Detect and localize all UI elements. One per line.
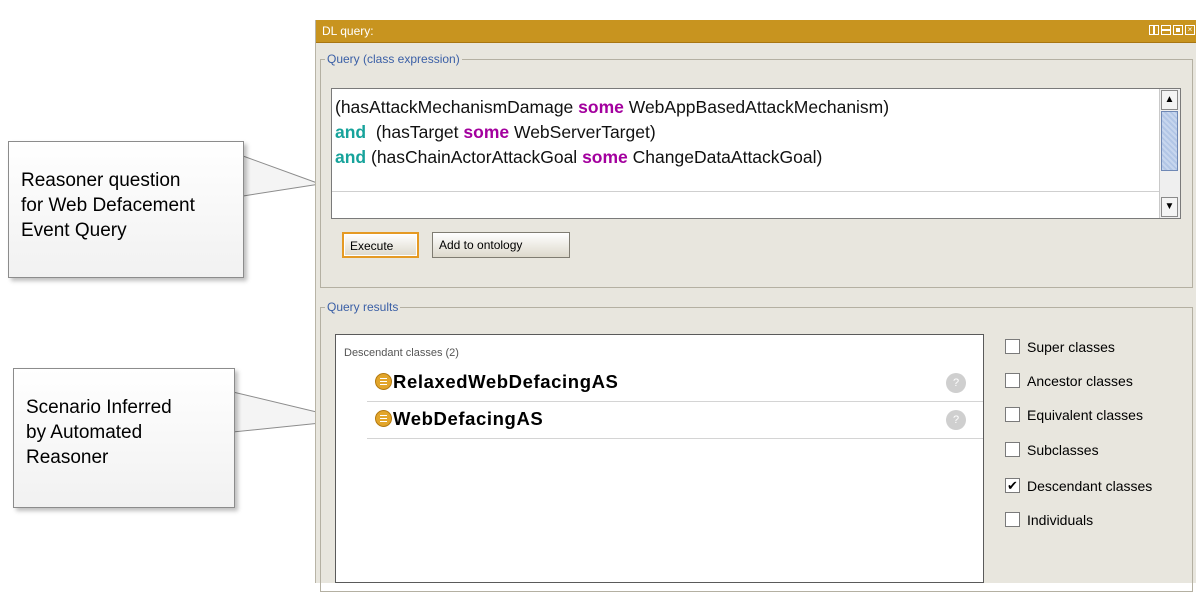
- keyword-some: some: [578, 97, 624, 117]
- query-line: and (hasTarget some WebServerTarget): [335, 120, 889, 145]
- scroll-thumb[interactable]: [1161, 111, 1178, 171]
- query-callout-line: Reasoner question: [21, 170, 181, 191]
- results-group-legend: Query results: [327, 300, 399, 314]
- window-controls: ×: [1149, 25, 1195, 35]
- scroll-down-icon[interactable]: ▼: [1161, 197, 1178, 217]
- close-icon[interactable]: ×: [1185, 25, 1195, 35]
- query-line: and (hasChainActorAttackGoal some Change…: [335, 145, 889, 170]
- query-editor[interactable]: (hasAttackMechanismDamage some WebAppBas…: [331, 88, 1181, 219]
- editor-scrollbar[interactable]: ▲ ▼: [1159, 89, 1180, 218]
- panel-titlebar: DL query: ×: [316, 20, 1196, 43]
- query-callout-pointer: [242, 155, 321, 197]
- panel-title: DL query:: [322, 24, 374, 38]
- list-item[interactable]: RelaxedWebDefacingAS ?: [367, 365, 983, 402]
- option-label: Equivalent classes: [1027, 407, 1143, 423]
- option-label: Subclasses: [1027, 442, 1099, 458]
- query-callout-line: for Web Defacement: [21, 195, 195, 216]
- results-list: Descendant classes (2) RelaxedWebDefacin…: [335, 334, 984, 583]
- result-callout-line: by Automated: [26, 422, 143, 443]
- checkbox-checked[interactable]: ✔: [1005, 478, 1020, 493]
- keyword-some: some: [582, 147, 628, 167]
- option-label: Descendant classes: [1027, 478, 1153, 494]
- restore-icon[interactable]: [1149, 25, 1159, 35]
- scroll-up-icon[interactable]: ▲: [1161, 90, 1178, 110]
- minimize-icon[interactable]: [1161, 25, 1171, 35]
- help-icon[interactable]: ?: [946, 373, 966, 393]
- expression-text: (hasAttackMechanismDamage: [335, 97, 579, 117]
- query-callout: Reasoner question for Web Defacement Eve…: [8, 141, 244, 278]
- expression-text: WebAppBasedAttackMechanism): [623, 97, 890, 117]
- checkbox[interactable]: [1005, 407, 1020, 422]
- checkbox[interactable]: [1005, 339, 1020, 354]
- class-icon: [375, 410, 392, 427]
- query-group-legend: Query (class expression): [327, 52, 460, 66]
- list-item[interactable]: WebDefacingAS ?: [367, 402, 983, 439]
- checkbox[interactable]: [1005, 512, 1020, 527]
- result-callout-line: Reasoner: [26, 447, 109, 468]
- class-name: WebDefacingAS: [393, 408, 544, 429]
- expression-text: WebServerTarget): [509, 122, 656, 142]
- maximize-icon[interactable]: [1173, 25, 1183, 35]
- class-icon: [375, 373, 392, 390]
- query-line: (hasAttackMechanismDamage some WebAppBas…: [335, 95, 889, 120]
- class-name: RelaxedWebDefacingAS: [393, 371, 619, 392]
- keyword-and: and: [335, 122, 367, 142]
- query-text: (hasAttackMechanismDamage some WebAppBas…: [335, 95, 889, 170]
- option-label: Super classes: [1027, 339, 1115, 355]
- option-label: Ancestor classes: [1027, 373, 1133, 389]
- expression-text: ChangeDataAttackGoal): [627, 147, 823, 167]
- expression-text: (hasChainActorAttackGoal: [366, 147, 583, 167]
- keyword-some: some: [463, 122, 510, 142]
- current-line-marker: [332, 191, 1161, 192]
- help-icon[interactable]: ?: [946, 410, 966, 430]
- checkbox[interactable]: [1005, 373, 1020, 388]
- add-to-ontology-button[interactable]: Add to ontology: [432, 232, 570, 258]
- query-callout-line: Event Query: [21, 220, 127, 241]
- result-callout-line: Scenario Inferred: [26, 397, 172, 418]
- expression-text: (hasTarget: [366, 122, 464, 142]
- results-heading: Descendant classes (2): [344, 347, 459, 359]
- option-label: Individuals: [1027, 512, 1094, 528]
- keyword-and: and: [335, 147, 367, 167]
- checkbox[interactable]: [1005, 442, 1020, 457]
- result-callout: Scenario Inferred by Automated Reasoner: [13, 368, 235, 508]
- execute-button[interactable]: Execute: [342, 232, 419, 258]
